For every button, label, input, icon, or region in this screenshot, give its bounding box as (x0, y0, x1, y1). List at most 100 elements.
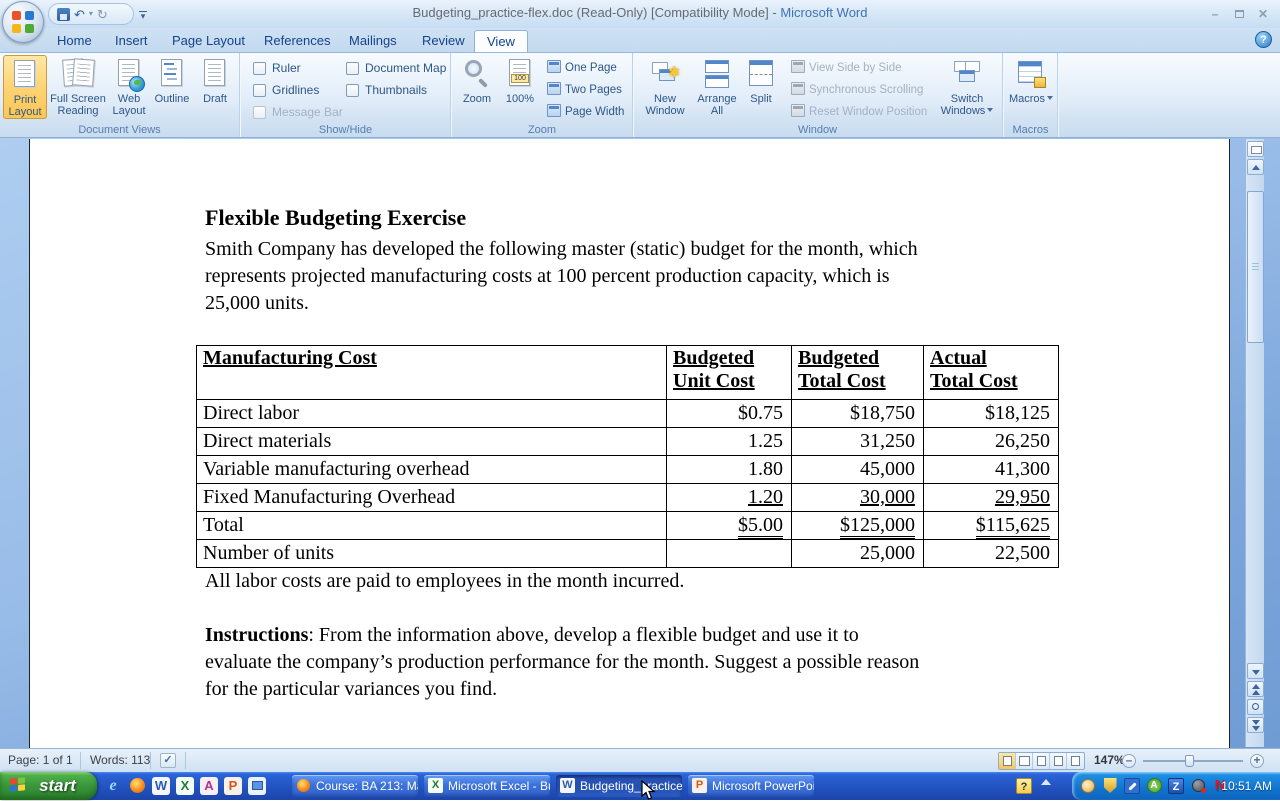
tab-references[interactable]: References (252, 30, 342, 52)
web-layout-button[interactable]: Web Layout (109, 55, 149, 117)
select-browse-object-button[interactable] (1247, 699, 1264, 715)
thumbnails-checkbox[interactable]: Thumbnails (346, 83, 427, 99)
scrollbar-thumb[interactable] (1247, 191, 1264, 343)
intro-line: represents projected manufacturing costs… (205, 265, 890, 288)
synchronous-scrolling-icon (791, 82, 805, 95)
word-count[interactable]: Words: 113 (90, 753, 150, 767)
print-layout-button[interactable]: Print Layout (3, 55, 47, 119)
full-screen-reading-icon (63, 58, 93, 90)
outline-button[interactable]: Outline (151, 55, 193, 105)
split-icon (746, 58, 776, 90)
group-macros: Macros Macros (1004, 53, 1058, 137)
outline-icon (157, 58, 187, 90)
z-tray-icon[interactable]: Z (1168, 778, 1184, 794)
web-layout-view-button[interactable] (1033, 753, 1050, 769)
minimize-button[interactable]: – (1202, 6, 1228, 22)
thumbnails-checkbox-box[interactable] (346, 84, 359, 97)
zoom-level[interactable]: 147% (1094, 753, 1125, 767)
taskbar-button-excel[interactable]: X Microsoft Excel - Bud... (424, 775, 550, 797)
table-row: Direct labor $0.75 $18,750 $18,125 (197, 400, 1059, 428)
proofing-status-icon[interactable]: ✓ (160, 753, 176, 768)
tools-tray-icon[interactable] (1124, 778, 1140, 794)
internet-explorer-icon[interactable]: e (104, 777, 122, 795)
access-quicklaunch-icon[interactable]: A (200, 777, 218, 795)
zoom-in-button[interactable]: + (1250, 754, 1264, 768)
gridlines-checkbox[interactable]: Gridlines (253, 83, 319, 99)
close-button[interactable]: ✕ (1250, 6, 1276, 22)
taskbar-button-firefox[interactable]: Course: BA 213: Man... (292, 775, 418, 797)
ruler-checkbox-box[interactable] (253, 62, 266, 75)
zoom-slider-thumb[interactable] (1185, 755, 1194, 767)
hidden-icons-button[interactable] (1038, 778, 1054, 794)
table-row: Fixed Manufacturing Overhead 1.20 30,000… (197, 484, 1059, 512)
tray-clock[interactable]: 10:51 AM (1221, 779, 1272, 793)
macros-button[interactable]: Macros (1007, 55, 1055, 105)
next-page-button[interactable] (1247, 717, 1264, 733)
gridlines-checkbox-box[interactable] (253, 84, 266, 97)
zoom-out-button[interactable]: – (1122, 754, 1136, 768)
tab-mailings[interactable]: Mailings (337, 30, 409, 52)
tab-home[interactable]: Home (45, 30, 104, 52)
ruler-checkbox[interactable]: Ruler (253, 61, 301, 77)
switch-windows-button[interactable]: Switch Windows (939, 55, 995, 117)
shield-tray-icon[interactable] (1102, 778, 1118, 794)
tab-page-layout[interactable]: Page Layout (160, 30, 257, 52)
view-ruler-button[interactable] (1247, 141, 1264, 157)
restore-button[interactable] (1226, 6, 1252, 22)
window-title: Budgeting_practice-flex.doc (Read-Only) … (0, 5, 1280, 20)
full-screen-view-button[interactable] (1016, 753, 1033, 769)
vertical-scrollbar[interactable] (1245, 139, 1264, 747)
messenger-tray-icon[interactable] (1080, 778, 1096, 794)
print-layout-icon (10, 59, 40, 91)
page-width-button[interactable]: Page Width (547, 104, 624, 122)
print-layout-view-button[interactable] (999, 753, 1016, 769)
volume-tray-icon[interactable] (1190, 778, 1206, 794)
word-quicklaunch-icon[interactable]: W (152, 777, 170, 795)
zoom-slider[interactable] (1143, 760, 1243, 762)
excel-quicklaunch-icon[interactable]: X (176, 777, 194, 795)
full-screen-reading-button[interactable]: Full Screen Reading (49, 55, 107, 117)
taskbar-button-word-active[interactable]: W Budgeting_practice-fl... (556, 775, 682, 797)
two-pages-button[interactable]: Two Pages (547, 82, 622, 100)
taskbar-button-powerpoint[interactable]: P Microsoft PowerPoint ... (688, 775, 814, 797)
header-budgeted-total-cost: BudgetedTotal Cost (792, 346, 924, 400)
antivirus-tray-icon[interactable]: A (1146, 778, 1162, 794)
office-button[interactable] (2, 1, 44, 43)
powerpoint-quicklaunch-icon[interactable]: P (224, 777, 242, 795)
message-bar-checkbox-box (253, 106, 266, 119)
draft-view-button[interactable] (1067, 753, 1084, 769)
split-button[interactable]: Split (743, 55, 779, 105)
view-side-by-side-button: View Side by Side (791, 60, 901, 78)
tab-view[interactable]: View (474, 30, 528, 52)
scroll-up-button[interactable] (1247, 159, 1264, 175)
new-window-button[interactable]: ✱ New Window (641, 55, 689, 117)
page-indicator[interactable]: Page: 1 of 1 (8, 753, 73, 767)
scroll-down-button[interactable] (1247, 663, 1264, 679)
switch-windows-icon (952, 58, 982, 90)
arrange-all-button[interactable]: Arrange All (693, 55, 741, 117)
help-icon[interactable]: ? (1255, 31, 1272, 48)
draft-button[interactable]: Draft (195, 55, 235, 105)
previous-page-button[interactable] (1247, 681, 1264, 697)
header-manufacturing-cost: Manufacturing Cost (197, 346, 667, 400)
two-pages-icon (547, 82, 561, 95)
firefox-icon[interactable] (128, 777, 146, 795)
tab-review[interactable]: Review (410, 30, 477, 52)
tab-insert[interactable]: Insert (103, 30, 160, 52)
outline-view-button[interactable] (1050, 753, 1067, 769)
excel-task-icon: X (428, 778, 443, 793)
document-map-checkbox[interactable]: Document Map (346, 61, 446, 77)
firefox-task-icon (296, 778, 311, 793)
document-page[interactable]: Flexible Budgeting Exercise Smith Compan… (29, 139, 1230, 748)
intro-line: Smith Company has developed the followin… (205, 238, 918, 261)
macros-icon (1016, 58, 1046, 90)
start-button[interactable]: start (0, 772, 97, 800)
zoom-100-button[interactable]: 100 100% (499, 55, 541, 105)
document-map-checkbox-box[interactable] (346, 62, 359, 75)
help-tray-icon[interactable]: ? (1016, 778, 1032, 794)
switch-windows-dropdown-icon (987, 108, 993, 112)
zoom-button[interactable]: Zoom (457, 55, 497, 105)
outlook-quicklaunch-icon[interactable] (248, 777, 266, 795)
table-row: Number of units 25,000 22,500 (197, 540, 1059, 568)
one-page-button[interactable]: One Page (547, 60, 617, 78)
